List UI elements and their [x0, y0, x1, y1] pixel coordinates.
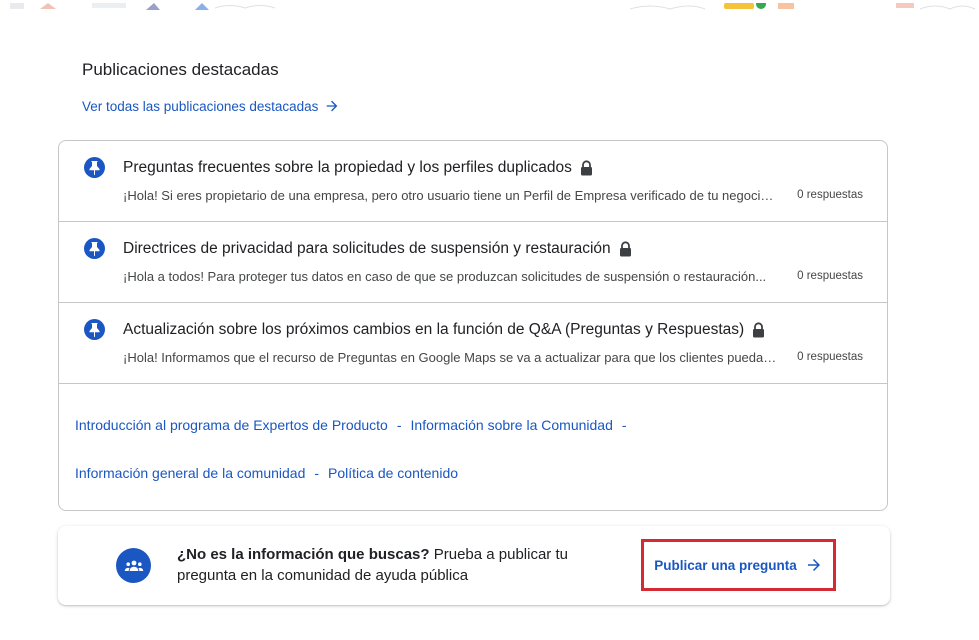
post-title: Preguntas frecuentes sobre la propiedad … [123, 159, 593, 177]
featured-post-2[interactable]: Directrices de privacidad para solicitud… [59, 222, 887, 303]
reply-count: 0 respuestas [797, 351, 863, 363]
community-overview-link[interactable]: Información general de la comunidad [75, 465, 305, 481]
post-snippet: ¡Hola a todos! Para proteger tus datos e… [123, 269, 767, 284]
post-title-text: Directrices de privacidad para solicitud… [123, 240, 611, 257]
post-question-label: Publicar una pregunta [654, 557, 797, 573]
header-illustration [0, 0, 979, 10]
content-policy-link[interactable]: Política de contenido [328, 465, 458, 481]
see-all-label: Ver todas las publicaciones destacadas [82, 98, 319, 114]
post-title: Directrices de privacidad para solicitud… [123, 240, 632, 258]
link-separator: - [621, 417, 627, 433]
community-links: Introducción al programa de Expertos de … [75, 414, 636, 484]
post-snippet: ¡Hola! Si eres propietario de una empres… [123, 188, 778, 203]
featured-posts-card: Preguntas frecuentes sobre la propiedad … [58, 140, 888, 511]
reply-count: 0 respuestas [797, 270, 863, 282]
pushpin-icon [84, 238, 105, 259]
product-experts-link[interactable]: Introducción al programa de Expertos de … [75, 417, 388, 433]
section-title: Publicaciones destacadas [82, 60, 279, 79]
banner-question: ¿No es la información que buscas? [177, 546, 430, 563]
post-title: Actualización sobre los próximos cambios… [123, 321, 765, 339]
community-info-link[interactable]: Información sobre la Comunidad [411, 417, 613, 433]
arrow-right-icon [805, 556, 823, 574]
community-links-row-1: Introducción al programa de Expertos de … [75, 414, 636, 436]
link-separator: - [314, 465, 320, 481]
link-separator: - [396, 417, 402, 433]
lock-icon [619, 241, 632, 257]
community-icon [116, 548, 151, 583]
lock-icon [752, 322, 765, 338]
reply-count: 0 respuestas [797, 189, 863, 201]
featured-post-1[interactable]: Preguntas frecuentes sobre la propiedad … [59, 141, 887, 222]
pushpin-icon [84, 157, 105, 178]
banner-text: ¿No es la información que buscas? Prueba… [177, 544, 597, 586]
arrow-right-icon [324, 98, 340, 114]
pushpin-icon [84, 319, 105, 340]
ask-community-banner: ¿No es la información que buscas? Prueba… [58, 526, 890, 605]
community-links-row-2: Información general de la comunidad - Po… [75, 462, 636, 484]
see-all-featured-link[interactable]: Ver todas las publicaciones destacadas [82, 98, 340, 114]
lock-icon [580, 160, 593, 176]
post-question-button[interactable]: Publicar una pregunta [641, 539, 836, 591]
post-title-text: Preguntas frecuentes sobre la propiedad … [123, 159, 572, 176]
post-snippet: ¡Hola! Informamos que el recurso de Preg… [123, 350, 778, 365]
post-title-text: Actualización sobre los próximos cambios… [123, 321, 745, 338]
featured-post-3[interactable]: Actualización sobre los próximos cambios… [59, 303, 887, 384]
